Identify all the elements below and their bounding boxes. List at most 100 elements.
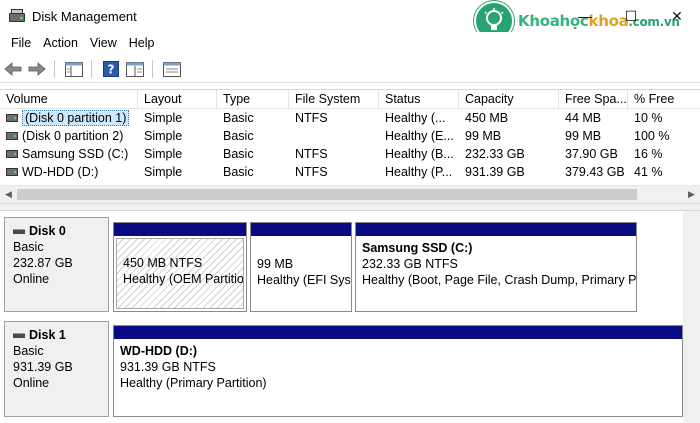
column-header-percent-free[interactable]: % Free: [628, 90, 700, 109]
disk-type: Basic: [13, 240, 44, 254]
column-header-type[interactable]: Type: [217, 90, 289, 109]
help-icon[interactable]: ?: [100, 58, 122, 80]
disk-icon: [13, 332, 25, 338]
disk-label[interactable]: Disk 1 Basic 931.39 GB Online: [4, 321, 109, 417]
partition-status: Healthy (EFI Sys: [257, 273, 351, 287]
column-header-status[interactable]: Status: [379, 90, 459, 109]
maximize-button[interactable]: ☐: [608, 0, 654, 32]
minimize-button[interactable]: —: [562, 0, 608, 32]
table-row[interactable]: WD-HDD (D:) Simple Basic NTFS Healthy (P…: [0, 163, 700, 181]
show-hide-console-tree-icon[interactable]: [63, 58, 85, 80]
table-row[interactable]: (Disk 0 partition 1) Simple Basic NTFS H…: [0, 109, 700, 127]
toolbar-separator: [91, 60, 92, 78]
partition-size: 99 MB: [257, 257, 294, 271]
disk-name: Disk 0: [29, 224, 66, 238]
close-button[interactable]: ✕: [654, 0, 700, 32]
table-row[interactable]: Samsung SSD (C:) Simple Basic NTFS Healt…: [0, 145, 700, 163]
menu-help[interactable]: Help: [123, 36, 161, 50]
layout-cell: Simple: [144, 147, 183, 161]
watermark-text-1: Khoa: [518, 12, 560, 30]
column-header-volume[interactable]: Volume: [0, 90, 138, 109]
free-space-cell: 44 MB: [565, 111, 602, 125]
type-cell: Basic: [223, 111, 254, 125]
partition-size: 931.39 GB NTFS: [120, 360, 216, 374]
toolbar-separator: [54, 60, 55, 78]
back-arrow-icon[interactable]: [2, 58, 24, 80]
svg-text:?: ?: [108, 63, 115, 77]
partition-block[interactable]: 450 MB NTFS Healthy (OEM Partitio: [113, 222, 247, 312]
scroll-right-icon[interactable]: ▶: [683, 186, 700, 203]
scroll-left-icon[interactable]: ◀: [0, 186, 17, 203]
partition-size: 232.33 GB NTFS: [362, 257, 458, 271]
horizontal-scrollbar[interactable]: ◀ ▶: [0, 185, 700, 203]
partition-size: 450 MB NTFS: [123, 256, 203, 270]
disk-status: Online: [13, 376, 50, 390]
disk-management-app-icon: [9, 9, 25, 23]
partition-status: Healthy (Boot, Page File, Crash Dump, Pr…: [362, 273, 636, 287]
volume-icon: [6, 132, 18, 140]
menu-action[interactable]: Action: [37, 36, 84, 50]
vertical-scrollbar[interactable]: [683, 211, 700, 423]
partition-block[interactable]: Samsung SSD (C:) 232.33 GB NTFS Healthy …: [355, 222, 637, 312]
file-system-cell: NTFS: [295, 165, 328, 179]
column-header-file-system[interactable]: File System: [289, 90, 379, 109]
percent-free-cell: 100 %: [634, 129, 670, 143]
file-system-cell: NTFS: [295, 111, 328, 125]
window-title: Disk Management: [32, 8, 137, 24]
partition-name: Samsung SSD (C:): [362, 241, 473, 255]
volume-name[interactable]: (Disk 0 partition 1): [22, 110, 130, 126]
layout-cell: Simple: [144, 129, 183, 143]
status-cell: Healthy (E...: [385, 129, 454, 143]
type-cell: Basic: [223, 147, 254, 161]
toolbar-separator: [152, 60, 153, 78]
partition-block[interactable]: WD-HDD (D:) 931.39 GB NTFS Healthy (Prim…: [113, 325, 683, 417]
column-header-capacity[interactable]: Capacity: [459, 90, 559, 109]
layout-cell: Simple: [144, 165, 183, 179]
capacity-cell: 450 MB: [465, 111, 509, 125]
percent-free-cell: 41 %: [634, 165, 663, 179]
layout-cell: Simple: [144, 111, 183, 125]
type-cell: Basic: [223, 129, 254, 143]
percent-free-cell: 16 %: [634, 147, 663, 161]
table-row[interactable]: (Disk 0 partition 2) Simple Basic Health…: [0, 127, 700, 145]
partition-bar: [251, 223, 351, 236]
menu-bar: File Action View Help: [0, 32, 700, 54]
free-space-cell: 37.90 GB: [565, 147, 618, 161]
disk-status: Online: [13, 272, 50, 286]
disk-size: 232.87 GB: [13, 256, 73, 270]
disk-row: Disk 0 Basic 232.87 GB Online 450 MB NTF…: [0, 217, 700, 317]
partition-status: Healthy (OEM Partitio: [123, 272, 244, 286]
disk-graphical-view: Disk 0 Basic 232.87 GB Online 450 MB NTF…: [0, 211, 700, 423]
partition-block[interactable]: 99 MB Healthy (EFI Sys: [250, 222, 352, 312]
toolbar: ?: [0, 56, 700, 83]
partition-bar: [356, 223, 636, 236]
file-system-cell: [289, 127, 379, 145]
status-cell: Healthy (P...: [385, 165, 453, 179]
capacity-cell: 232.33 GB: [465, 147, 525, 161]
menu-view[interactable]: View: [84, 36, 123, 50]
volume-name[interactable]: (Disk 0 partition 2): [22, 127, 123, 145]
volume-icon: [6, 114, 18, 122]
disk-name: Disk 1: [29, 328, 66, 342]
volume-name[interactable]: WD-HDD (D:): [22, 163, 98, 181]
status-cell: Healthy (...: [385, 111, 446, 125]
disk-size: 931.39 GB: [13, 360, 73, 374]
scrollbar-thumb[interactable]: [17, 189, 637, 200]
pane-splitter[interactable]: [0, 203, 700, 211]
export-list-icon[interactable]: [161, 58, 183, 80]
volume-name[interactable]: Samsung SSD (C:): [22, 145, 128, 163]
percent-free-cell: 10 %: [634, 111, 663, 125]
disk-type: Basic: [13, 344, 44, 358]
forward-arrow-icon[interactable]: [26, 58, 48, 80]
volume-list-header: Volume Layout Type File System Status Ca…: [0, 90, 700, 109]
properties-icon[interactable]: [124, 58, 146, 80]
menu-file[interactable]: File: [5, 36, 37, 50]
partition-name: [123, 241, 243, 255]
title-bar: Disk Management Khoahọckhoa.com.vn — ☐ ✕: [0, 0, 700, 41]
status-cell: Healthy (B...: [385, 147, 454, 161]
capacity-cell: 99 MB: [465, 129, 502, 143]
column-header-layout[interactable]: Layout: [138, 90, 217, 109]
partition-name: WD-HDD (D:): [120, 344, 198, 358]
disk-label[interactable]: Disk 0 Basic 232.87 GB Online: [4, 217, 109, 312]
column-header-free-space[interactable]: Free Spa...: [559, 90, 628, 109]
